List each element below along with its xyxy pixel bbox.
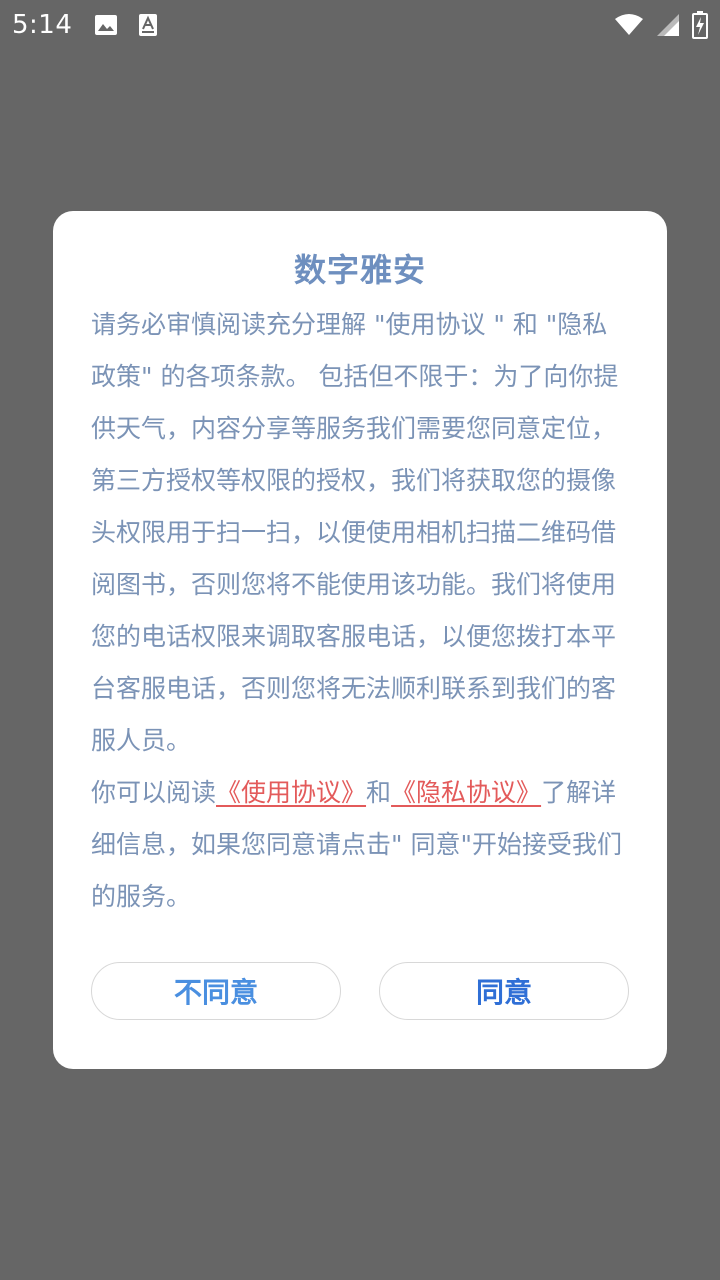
privacy-agreement-link[interactable]: 《隐私协议》 xyxy=(391,778,541,807)
text-a-icon xyxy=(138,13,158,37)
wifi-icon xyxy=(614,14,644,36)
image-icon xyxy=(94,14,118,36)
disagree-button[interactable]: 不同意 xyxy=(91,962,341,1020)
battery-charging-icon xyxy=(692,11,708,39)
status-bar: 5:14 xyxy=(0,0,720,50)
policy-paragraph: 请务必审慎阅读充分理解 "使用协议 " 和 "隐私政策" 的各项条款。 包括但不… xyxy=(91,310,619,755)
status-time: 5:14 xyxy=(12,10,73,40)
status-system-icons xyxy=(614,11,708,39)
dialog-body: 请务必审慎阅读充分理解 "使用协议 " 和 "隐私政策" 的各项条款。 包括但不… xyxy=(91,299,629,923)
policy-links-paragraph: 你可以阅读《使用协议》和《隐私协议》了解详细信息，如果您同意请点击" 同意"开始… xyxy=(91,767,629,923)
dialog-buttons: 不同意 同意 xyxy=(91,962,629,1020)
signal-icon xyxy=(656,13,680,37)
status-notification-icons xyxy=(94,13,158,37)
dialog-title: 数字雅安 xyxy=(293,251,426,289)
usage-agreement-link[interactable]: 《使用协议》 xyxy=(216,778,366,807)
and-text: 和 xyxy=(366,778,392,807)
agree-button[interactable]: 同意 xyxy=(379,962,629,1020)
read-prefix-text: 你可以阅读 xyxy=(91,778,217,807)
privacy-dialog: 数字雅安 请务必审慎阅读充分理解 "使用协议 " 和 "隐私政策" 的各项条款。… xyxy=(53,211,667,1069)
